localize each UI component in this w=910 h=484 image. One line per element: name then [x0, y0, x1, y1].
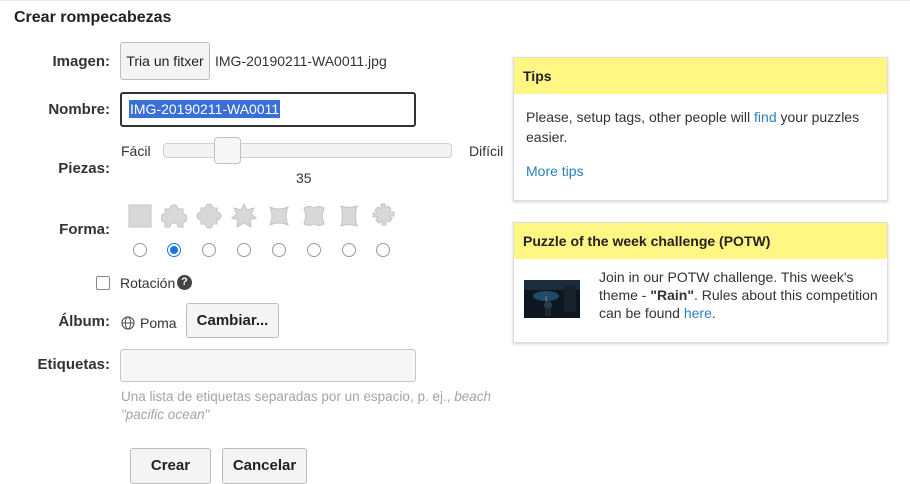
jigsaw-curved-icon[interactable]	[336, 203, 362, 229]
tags-hint-example: "pacific ocean"	[121, 407, 210, 422]
potw-thumbnail[interactable]	[524, 280, 580, 318]
jigsaw-gear-icon[interactable]	[370, 203, 396, 229]
rotation-label: Rotación	[120, 275, 176, 291]
tips-text: Please, setup tags, other people will	[526, 109, 755, 125]
album-label: Álbum:	[58, 313, 110, 330]
shape-radio-3[interactable]	[202, 243, 216, 257]
jigsaw-round-icon[interactable]	[196, 203, 222, 229]
top-divider	[0, 0, 910, 1]
change-album-button[interactable]: Cambiar...	[186, 303, 279, 338]
tips-body: Please, setup tags, other people will fi…	[514, 94, 887, 181]
potw-header: Puzzle of the week challenge (POTW)	[514, 223, 887, 259]
pieces-slider-track[interactable]	[163, 143, 452, 158]
potw-body: Join in our POTW challenge. This week's …	[599, 268, 881, 322]
tags-hint-example: beach	[454, 389, 492, 404]
rotation-checkbox[interactable]	[96, 276, 110, 290]
shape-radio-4[interactable]	[237, 243, 251, 257]
name-label: Nombre:	[48, 101, 110, 118]
tags-input[interactable]	[120, 349, 416, 382]
shape-radio-6[interactable]	[307, 243, 321, 257]
jigsaw-tile-icon[interactable]	[301, 203, 327, 229]
pieces-easy-label: Fácil	[121, 143, 151, 159]
tips-header: Tips	[514, 58, 887, 94]
shape-radio-5[interactable]	[272, 243, 286, 257]
jigsaw-wavy-icon[interactable]	[266, 203, 292, 229]
shape-radio-1[interactable]	[133, 243, 147, 257]
selected-file-name: IMG-20190211-WA0011.jpg	[215, 53, 387, 69]
tags-hint: Una lista de etiquetas separadas por un …	[121, 388, 501, 424]
pieces-hard-label: Difícil	[469, 143, 504, 159]
tags-label: Etiquetas:	[37, 356, 110, 373]
globe-icon	[121, 316, 135, 330]
potw-rules-link[interactable]: here	[684, 305, 712, 321]
potw-panel: Puzzle of the week challenge (POTW) Join…	[513, 222, 888, 343]
image-label: Imagen:	[52, 53, 110, 70]
square-icon[interactable]	[127, 203, 153, 229]
name-input-value: IMG-20190211-WA0011	[129, 100, 281, 118]
shape-radio-7[interactable]	[342, 243, 356, 257]
jigsaw-classic-icon[interactable]	[161, 203, 187, 229]
find-link[interactable]: find	[754, 109, 777, 125]
name-input[interactable]: IMG-20190211-WA0011	[120, 92, 416, 127]
jigsaw-star-icon[interactable]	[231, 203, 257, 229]
tags-hint-text: Una lista de etiquetas separadas por un …	[121, 389, 455, 404]
pieces-slider-handle[interactable]	[214, 137, 241, 164]
album-name: Poma	[140, 315, 177, 331]
choose-file-button[interactable]: Tria un fitxer	[120, 42, 210, 80]
help-icon[interactable]: ?	[177, 275, 192, 290]
more-tips-link[interactable]: More tips	[526, 161, 875, 181]
page-title: Crear rompecabezas	[14, 9, 172, 26]
tips-panel: Tips Please, setup tags, other people wi…	[513, 57, 888, 201]
pieces-label: Piezas:	[58, 160, 110, 177]
shape-radio-2[interactable]	[167, 243, 181, 257]
pieces-value: 35	[296, 170, 312, 186]
shape-label: Forma:	[59, 221, 110, 238]
shape-radio-8[interactable]	[376, 243, 390, 257]
potw-theme: "Rain"	[650, 287, 694, 303]
potw-text: .	[711, 305, 716, 321]
